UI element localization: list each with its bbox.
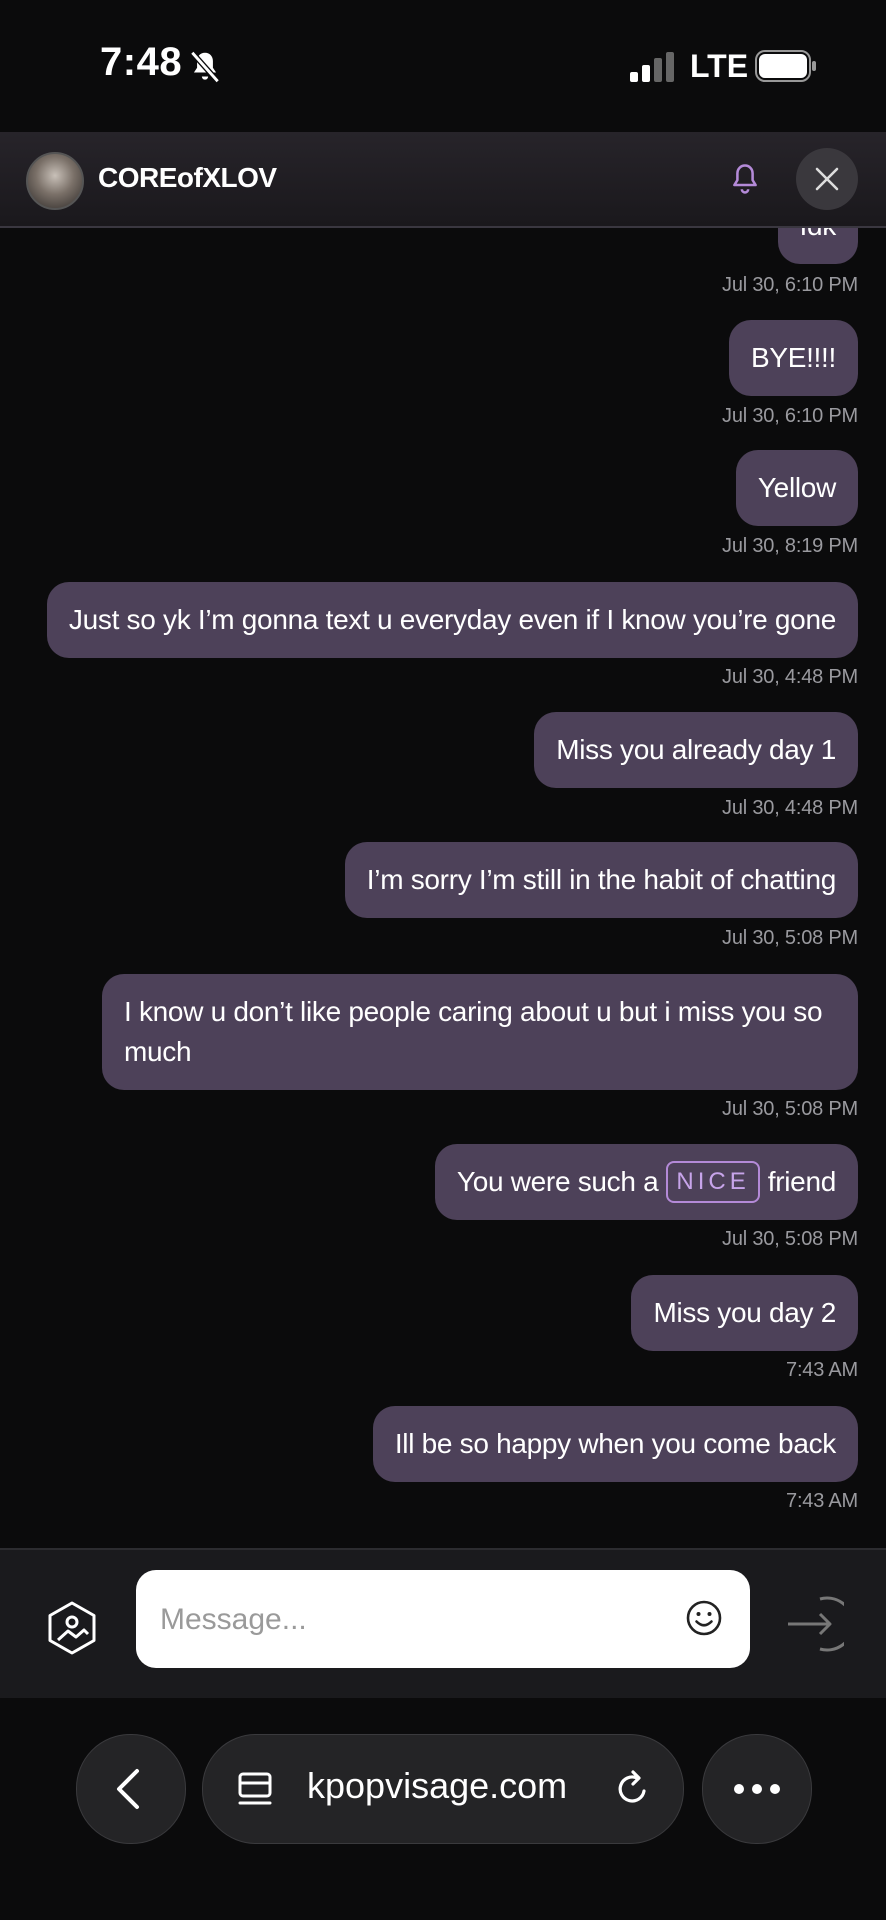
message-timestamp: Jul 30, 4:48 PM xyxy=(722,797,858,819)
message-bubble: I’m sorry I’m still in the habit of chat… xyxy=(344,842,858,918)
browser-more-button[interactable] xyxy=(702,1734,812,1844)
message-list[interactable]: Idk Jul 30, 6:10 PM BYE!!!! Jul 30, 6:10… xyxy=(0,228,886,1546)
tabs-icon xyxy=(238,1772,272,1805)
photo-icon[interactable] xyxy=(44,1600,100,1656)
message-timestamp: Jul 30, 4:48 PM xyxy=(722,666,858,688)
message-bubble: Miss you already day 1 xyxy=(534,712,858,788)
signal-icon xyxy=(630,52,674,82)
message-bubble: Miss you day 2 xyxy=(631,1275,858,1351)
message-timestamp: Jul 30, 5:08 PM xyxy=(722,927,858,949)
status-bar: 7:48 LTE xyxy=(0,0,886,132)
message-input[interactable] xyxy=(158,1570,662,1670)
message-timestamp: Jul 30, 5:08 PM xyxy=(722,1228,858,1250)
send-icon[interactable] xyxy=(784,1594,844,1654)
message-bubble: Just so yk I’m gonna text u everyday eve… xyxy=(46,582,858,658)
message-bubble: You were such a NICE friend xyxy=(434,1144,858,1220)
message-timestamp: 7:43 AM xyxy=(786,1490,858,1512)
avatar[interactable] xyxy=(26,152,84,210)
close-icon xyxy=(815,167,839,191)
message-bubble: Idk xyxy=(777,228,858,264)
browser-back-button[interactable] xyxy=(76,1734,186,1844)
message-timestamp: 7:43 AM xyxy=(786,1359,858,1381)
url-text: kpopvisage.com xyxy=(307,1765,568,1806)
status-time: 7:48 xyxy=(100,40,183,84)
more-icon xyxy=(734,1784,780,1794)
nice-tag: NICE xyxy=(666,1161,760,1203)
chat-username[interactable]: COREofXLOV xyxy=(98,162,277,194)
close-button[interactable] xyxy=(796,148,858,210)
message-bubble: I know u don’t like people caring about … xyxy=(102,974,858,1090)
address-bar[interactable]: kpopvisage.com xyxy=(202,1734,684,1844)
bell-muted-icon xyxy=(190,50,220,84)
battery-icon xyxy=(755,50,816,82)
message-timestamp: Jul 30, 6:10 PM xyxy=(722,274,858,296)
network-type: LTE xyxy=(690,48,749,84)
emoji-icon[interactable] xyxy=(684,1598,724,1638)
message-timestamp: Jul 30, 8:19 PM xyxy=(722,535,858,557)
reload-icon[interactable] xyxy=(613,1769,653,1809)
browser-toolbar: kpopvisage.com xyxy=(0,1698,886,1920)
message-input-wrapper xyxy=(136,1570,750,1670)
message-bubble: Yellow xyxy=(735,450,858,526)
chat-header: COREofXLOV xyxy=(0,132,886,228)
message-timestamp: Jul 30, 5:08 PM xyxy=(722,1098,858,1120)
message-composer xyxy=(0,1548,886,1700)
chevron-left-icon xyxy=(117,1769,139,1809)
message-bubble: BYE!!!! xyxy=(728,320,858,396)
message-bubble: Ill be so happy when you come back xyxy=(372,1406,858,1482)
message-timestamp: Jul 30, 6:10 PM xyxy=(722,405,858,427)
bell-icon[interactable] xyxy=(726,160,764,198)
